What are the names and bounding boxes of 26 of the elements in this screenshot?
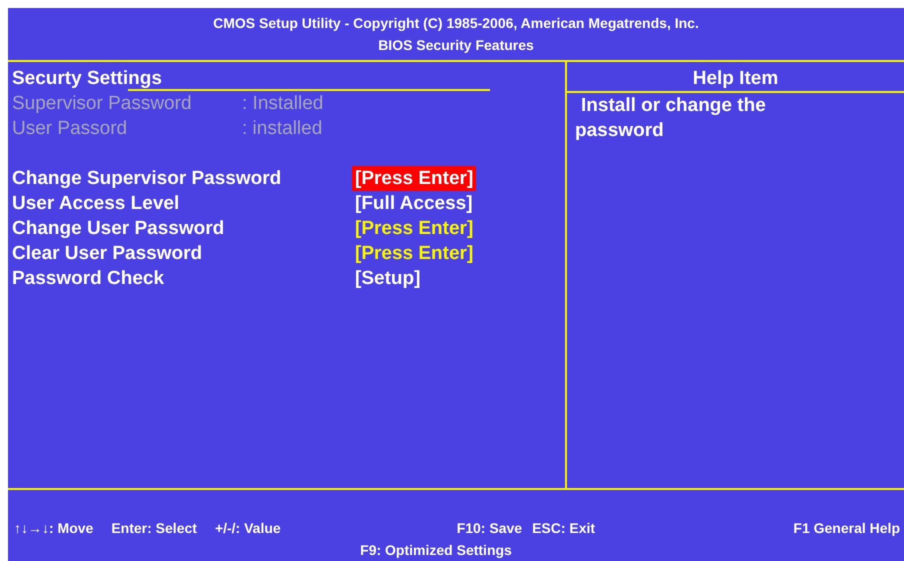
info-value: : installed [242,117,322,141]
setting-label[interactable]: Clear User Password [12,241,352,266]
key-hint: +/-/: Value [214,520,281,536]
setting-value[interactable]: [Press Enter] [352,166,476,191]
setting-label[interactable]: User Access Level [12,191,352,216]
key-hint: F10: Save [456,520,522,536]
setting-value[interactable]: [Press Enter] [352,216,476,241]
key-hint: F9: Optimized Settings [360,542,512,558]
page-title: BIOS Security Features [378,37,534,53]
info-label: Supervisor Password [12,92,193,116]
setting-label[interactable]: Change User Password [12,216,352,241]
utility-title: CMOS Setup Utility - Copyright (C) 1985-2006, American Megatrends, Inc. [213,15,699,31]
setting-label[interactable]: Password Check [12,266,352,291]
help-text: Install or change the password [574,94,767,143]
info-label: User Passord [12,117,128,141]
section-title: Securty Settings [12,68,162,89]
setting-label[interactable]: Change Supervisor Password [12,166,352,191]
setting-value[interactable]: [Press Enter] [352,241,476,266]
help-title: Help Item [692,68,778,89]
key-hint: F1 General Help [793,520,900,536]
setting-value[interactable]: [Full Access] [352,191,476,216]
key-hint: ESC: Exit [532,520,596,536]
info-value: : Installed [242,92,324,116]
key-hint: ↑↓→↓: Move [14,520,94,536]
setting-value[interactable]: [Setup] [352,266,424,291]
key-hint: Enter: Select [111,520,197,536]
